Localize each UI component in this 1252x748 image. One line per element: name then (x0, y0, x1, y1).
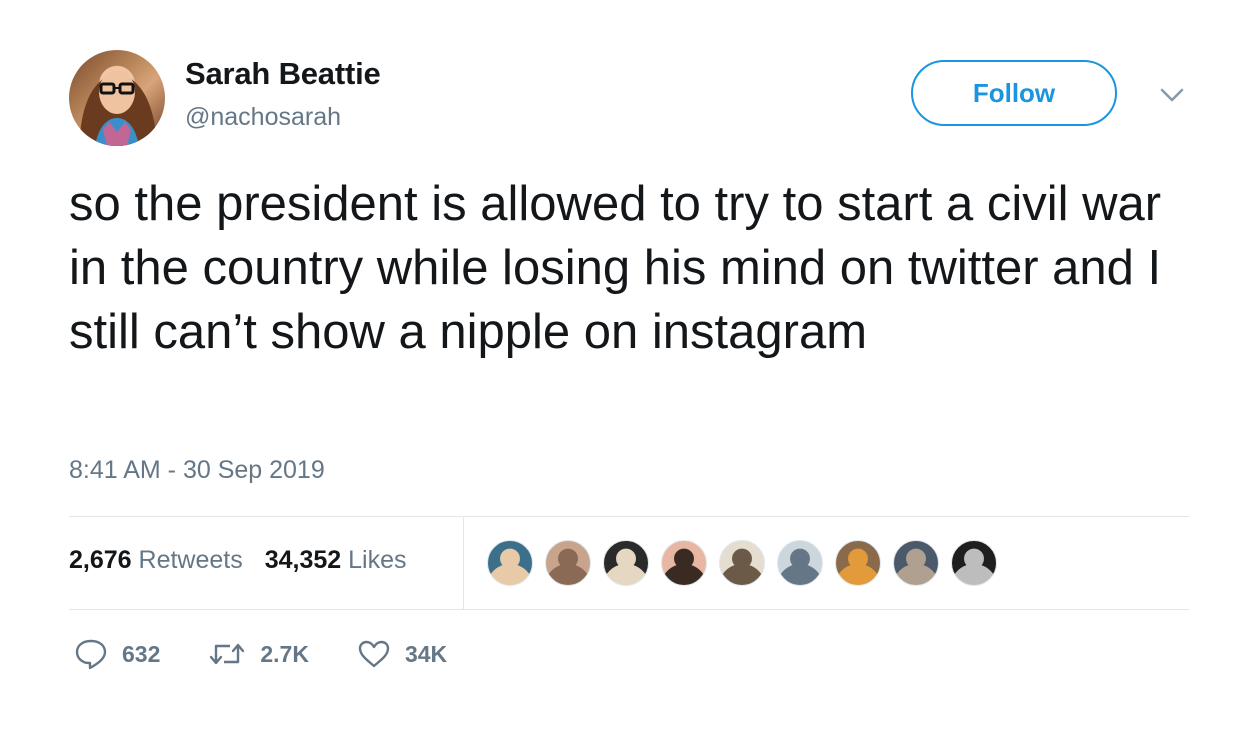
liker-avatars (487, 540, 997, 586)
divider (69, 609, 1189, 610)
heart-icon (357, 639, 391, 669)
tweet-timestamp[interactable]: 8:41 AM - 30 Sep 2019 (69, 456, 325, 485)
user-handle[interactable]: @nachosarah (185, 103, 341, 132)
tweet-text: so the president is allowed to try to st… (69, 177, 1162, 359)
retweet-icon (208, 640, 246, 668)
engagement-stats: 2,676 Retweets 34,352 Likes (69, 546, 407, 575)
retweet-button[interactable]: 2.7K (208, 640, 309, 668)
liker-avatar[interactable] (603, 540, 649, 586)
divider (463, 517, 464, 609)
divider (69, 516, 1189, 517)
liker-avatar[interactable] (545, 540, 591, 586)
follow-button[interactable]: Follow (911, 60, 1117, 126)
avatar[interactable] (69, 50, 165, 146)
reply-count: 632 (122, 640, 161, 667)
liker-avatar[interactable] (487, 540, 533, 586)
likes-count: 34,352 (264, 546, 342, 574)
liker-avatar[interactable] (777, 540, 823, 586)
tweet-actions: 632 2.7K 34K (74, 638, 495, 670)
display-name[interactable]: Sarah Beattie (185, 56, 381, 92)
retweets-count: 2,676 (69, 546, 132, 574)
liker-avatar[interactable] (835, 540, 881, 586)
liker-avatar[interactable] (951, 540, 997, 586)
liker-avatar[interactable] (893, 540, 939, 586)
likes-stat[interactable]: 34,352 Likes (265, 546, 407, 575)
likes-label: Likes (348, 546, 407, 574)
liker-avatar[interactable] (661, 540, 707, 586)
reply-button[interactable]: 632 (74, 638, 160, 670)
like-count: 34K (404, 640, 448, 667)
reply-icon (74, 638, 108, 670)
like-button[interactable]: 34K (357, 639, 447, 669)
liker-avatar[interactable] (719, 540, 765, 586)
retweets-stat[interactable]: 2,676 Retweets (69, 546, 243, 575)
retweets-label: Retweets (138, 546, 243, 574)
chevron-down-icon[interactable] (1158, 84, 1186, 106)
retweet-count: 2.7K (260, 640, 309, 667)
